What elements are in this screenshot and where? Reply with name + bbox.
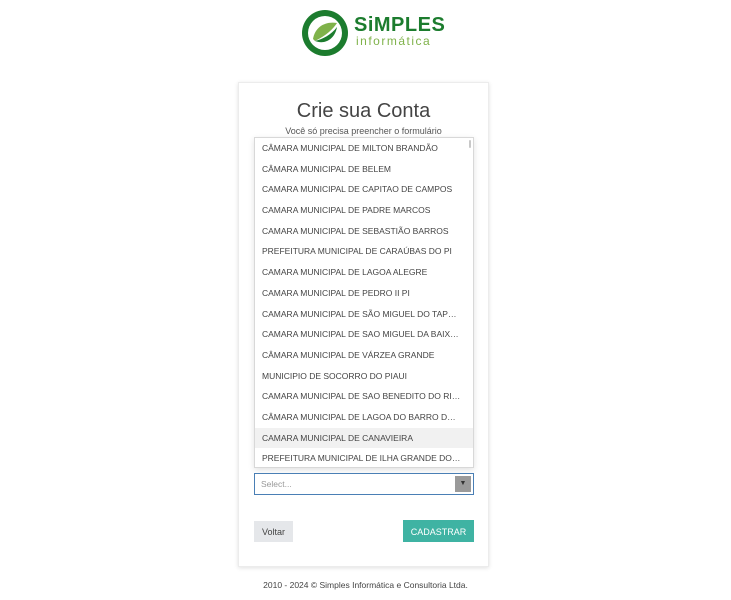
- brand-logo: SiMPLES informática: [301, 9, 445, 59]
- dropdown-option[interactable]: CÂMARA MUNICIPAL DE LAGOA DO BARRO DO PI…: [255, 407, 473, 428]
- organization-select[interactable]: Select... ▼: [254, 473, 474, 495]
- brand-tagline: informática: [356, 34, 432, 48]
- page-title: Crie sua Conta: [296, 100, 431, 122]
- back-button[interactable]: Voltar: [254, 521, 293, 542]
- dropdown-option[interactable]: CAMARA MUNICIPAL DE PEDRO II PI: [255, 283, 473, 304]
- dropdown-option[interactable]: CAMARA MUNICIPAL DE SAO MIGUEL DA BAIXA …: [255, 324, 473, 345]
- dropdown-option[interactable]: CAMARA MUNICIPAL DE SAO BENEDITO DO RIO …: [255, 386, 473, 407]
- dropdown-option[interactable]: CAMARA MUNICIPAL DE LAGOA ALEGRE: [255, 262, 473, 283]
- dropdown-option[interactable]: CÂMARA MUNICIPAL DE BELEM: [255, 159, 473, 180]
- dropdown-option[interactable]: PREFEITURA MUNICIPAL DE CARAÚBAS DO PI: [255, 241, 473, 262]
- page-subtitle: Você só precisa preencher o formulário: [285, 126, 442, 136]
- chevron-down-icon[interactable]: ▼: [455, 476, 471, 492]
- select-placeholder: Select...: [261, 479, 292, 489]
- dropdown-option[interactable]: CÂMARA MUNICIPAL DE MILTON BRANDÃO: [255, 138, 473, 159]
- dropdown-option[interactable]: MUNICIPIO DE SOCORRO DO PIAUI: [255, 366, 473, 387]
- brand-name: SiMPLES: [354, 14, 446, 36]
- dropdown-option[interactable]: CAMARA MUNICIPAL DE PADRE MARCOS: [255, 200, 473, 221]
- signup-card: Crie sua Conta Você só precisa preencher…: [238, 82, 489, 567]
- dropdown-option[interactable]: CAMARA MUNICIPAL DE SEBASTIÃO BARROS: [255, 221, 473, 242]
- dropdown-option[interactable]: CÂMARA MUNICIPAL DE VÁRZEA GRANDE: [255, 345, 473, 366]
- simples-logo-icon: [302, 10, 348, 56]
- dropdown-scrollbar[interactable]: [469, 140, 471, 148]
- dropdown-option[interactable]: CAMARA MUNICIPAL DE SÃO MIGUEL DO TAPUIO: [255, 304, 473, 325]
- dropdown-option[interactable]: CAMARA MUNICIPAL DE CANAVIEIRA: [255, 427, 473, 449]
- organization-dropdown-list[interactable]: CÂMARA MUNICIPAL DE MILTON BRANDÃO CÂMARA…: [254, 137, 474, 468]
- dropdown-option[interactable]: PREFEITURA MUNICIPAL DE ILHA GRANDE DO P…: [255, 448, 473, 467]
- submit-button[interactable]: CADASTRAR: [403, 520, 474, 542]
- footer-copyright: 2010 - 2024 © Simples Informática e Cons…: [263, 580, 468, 590]
- dropdown-option[interactable]: CAMARA MUNICIPAL DE CAPITAO DE CAMPOS: [255, 179, 473, 200]
- option-list: CÂMARA MUNICIPAL DE MILTON BRANDÃO CÂMARA…: [255, 138, 473, 467]
